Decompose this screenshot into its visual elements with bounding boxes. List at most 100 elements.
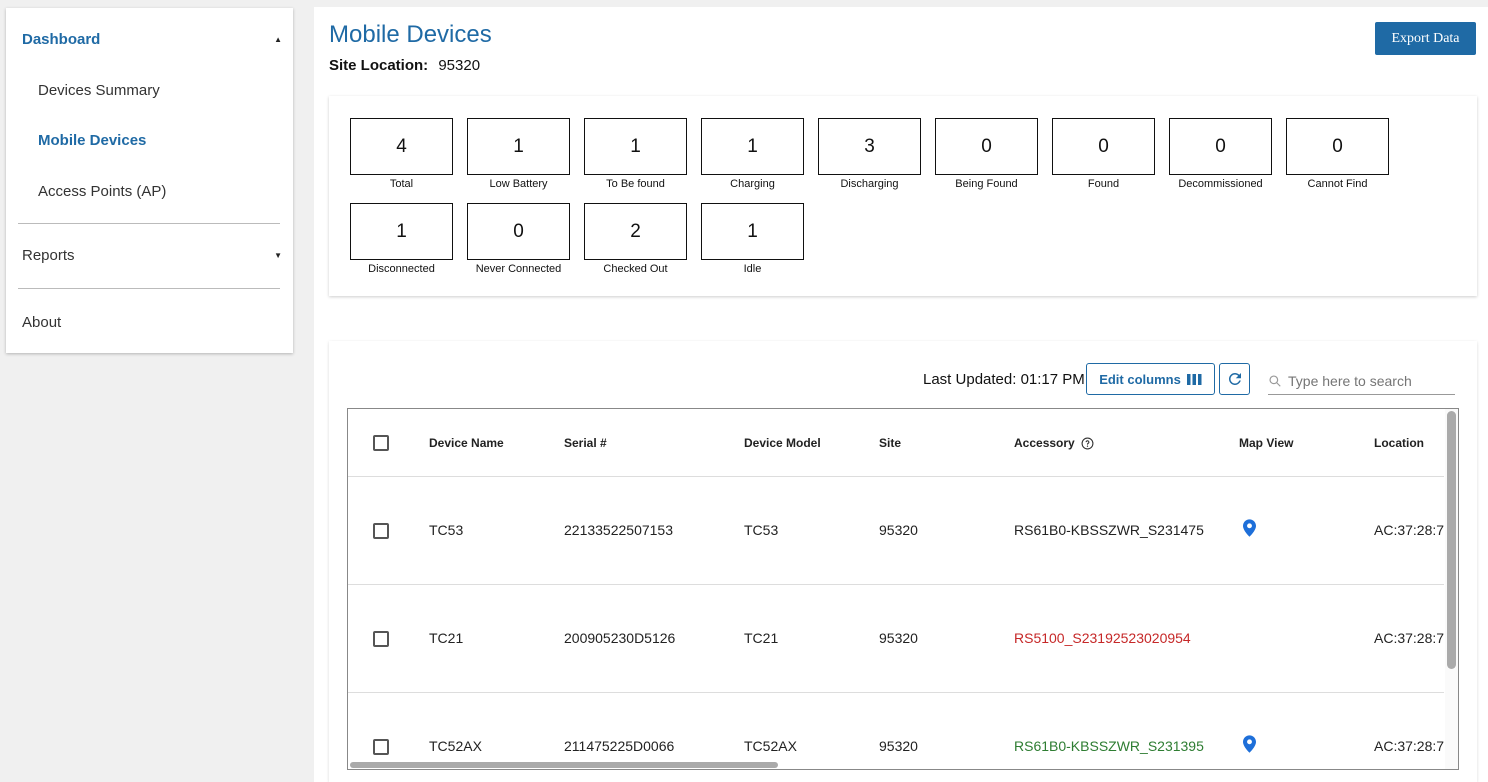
column-header[interactable]: Device Model [744,436,821,450]
stat-label: Disconnected [368,263,435,275]
select-all-checkbox[interactable] [373,435,389,451]
table-row[interactable]: TC53 22133522507153 TC53 95320 RS61B0-KB… [348,477,1444,585]
refresh-button[interactable] [1219,363,1250,395]
stat-label: Low Battery [489,178,548,190]
cell-site: 95320 [879,630,918,646]
cell-site: 95320 [879,738,918,754]
stat-tile[interactable]: 0 Found [1052,118,1155,190]
map-pin-icon[interactable] [1243,519,1256,537]
cell-model: TC52AX [744,738,797,754]
stat-value: 4 [350,118,453,175]
cell-serial: 22133522507153 [564,522,674,538]
nav-access-points[interactable]: Access Points (AP) [38,183,166,200]
stat-value: 0 [1286,118,1389,175]
sidebar: Dashboard ▲ Devices Summary Mobile Devic… [6,8,293,353]
nav-divider [18,223,280,224]
stat-value: 1 [701,203,804,260]
cell-device-name: TC21 [429,630,464,646]
cell-model: TC53 [744,522,779,538]
cell-location: AC:37:28:7 [1374,630,1445,646]
stat-tile[interactable]: 0 Cannot Find [1286,118,1389,190]
cell-serial: 200905230D5126 [564,630,676,646]
stat-tile[interactable]: 2 Checked Out [584,203,687,275]
caret-down-icon: ▼ [274,251,282,260]
column-header[interactable]: Location [1374,436,1424,450]
stat-tile[interactable]: 1 Low Battery [467,118,570,190]
nav-divider [18,288,280,289]
stat-value: 0 [935,118,1038,175]
column-header[interactable]: Map View [1239,436,1293,450]
stat-value: 1 [584,118,687,175]
stat-label: Charging [730,178,775,190]
cell-location: AC:37:28:7 [1374,522,1445,538]
stat-label: Decommissioned [1178,178,1263,190]
stat-value: 0 [467,203,570,260]
edit-columns-button[interactable]: Edit columns [1086,363,1215,395]
column-header[interactable]: Site [879,436,901,450]
nav-devices-summary[interactable]: Devices Summary [38,82,160,99]
cell-device-name: TC53 [429,522,464,538]
column-header-accessory[interactable]: Accessory [1014,436,1094,450]
refresh-icon [1228,373,1241,385]
stat-value: 3 [818,118,921,175]
table-row[interactable]: TC21 200905230D5126 TC21 95320 RS5100_S2… [348,585,1444,693]
search-icon [1269,374,1281,387]
site-location: Site Location: 95320 [329,57,480,74]
stats-card: 4 Total 1 Low Battery 1 To Be found 1 Ch… [329,96,1477,296]
stat-value: 0 [1169,118,1272,175]
row-checkbox[interactable] [373,523,389,539]
stat-label: Cannot Find [1307,178,1368,190]
stat-tile[interactable]: 1 Disconnected [350,203,453,275]
column-header-label: Accessory [1014,436,1075,450]
nav-dashboard-label: Dashboard [22,31,101,48]
edit-columns-label: Edit columns [1099,371,1181,387]
site-location-value: 95320 [438,57,481,74]
horizontal-scroll-thumb[interactable] [350,762,778,768]
columns-icon [1186,373,1202,385]
nav-reports-label: Reports [22,247,75,264]
main-content: Mobile Devices Site Location: 95320 Expo… [314,7,1488,782]
vertical-scrollbar[interactable] [1445,409,1458,769]
caret-up-icon: ▲ [274,35,282,44]
stat-value: 2 [584,203,687,260]
stat-label: To Be found [606,178,665,190]
row-checkbox[interactable] [373,739,389,755]
stat-label: Found [1087,178,1120,190]
devices-table-card: Last Updated: 01:17 PM Edit columns Devi… [329,341,1477,782]
stat-tile[interactable]: 1 Idle [701,203,804,275]
stat-value: 1 [350,203,453,260]
help-icon[interactable] [1081,437,1094,450]
stat-tile[interactable]: 1 To Be found [584,118,687,190]
search-box [1268,367,1455,395]
stat-label: Never Connected [475,263,562,275]
stat-tile[interactable]: 0 Decommissioned [1169,118,1272,190]
map-pin-icon[interactable] [1243,735,1256,753]
cell-accessory: RS61B0-KBSSZWR_S231475 [1014,522,1204,538]
search-input[interactable] [1288,372,1448,389]
export-data-button[interactable]: Export Data [1375,22,1476,55]
cell-accessory: RS61B0-KBSSZWR_S231395 [1014,738,1204,754]
last-updated: Last Updated: 01:17 PM [923,371,1085,388]
site-location-label: Site Location: [329,57,429,74]
stat-label: Idle [743,263,762,275]
cell-site: 95320 [879,522,918,538]
vertical-scroll-thumb[interactable] [1447,411,1456,669]
stat-tile[interactable]: 0 Never Connected [467,203,570,275]
row-checkbox[interactable] [373,631,389,647]
cell-serial: 211475225D0066 [564,738,675,754]
nav-reports[interactable]: Reports ▼ [22,247,282,264]
nav-mobile-devices[interactable]: Mobile Devices [38,132,146,149]
table-row[interactable]: TC52AX 211475225D0066 TC52AX 95320 RS61B… [348,693,1444,769]
column-header[interactable]: Device Name [429,436,504,450]
stat-tile[interactable]: 4 Total [350,118,453,190]
stat-label: Checked Out [603,263,668,275]
stat-tile[interactable]: 3 Discharging [818,118,921,190]
stat-tile[interactable]: 0 Being Found [935,118,1038,190]
cell-device-name: TC52AX [429,738,482,754]
stat-tile[interactable]: 1 Charging [701,118,804,190]
nav-dashboard[interactable]: Dashboard ▲ [22,31,282,48]
nav-about[interactable]: About [22,314,282,331]
stat-value: 1 [701,118,804,175]
column-header[interactable]: Serial # [564,436,607,450]
cell-model: TC21 [744,630,779,646]
